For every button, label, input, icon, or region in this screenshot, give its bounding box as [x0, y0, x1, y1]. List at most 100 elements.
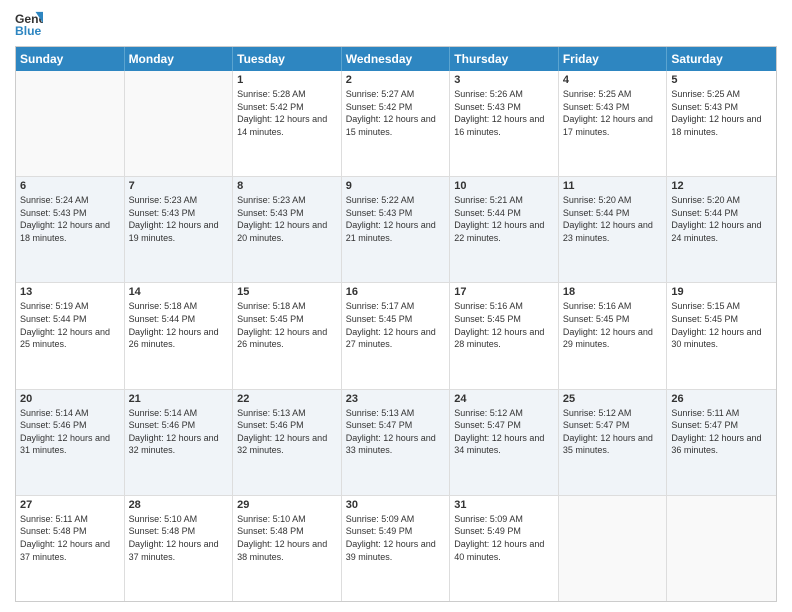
day-number: 1 — [237, 74, 337, 86]
day-number: 26 — [671, 393, 772, 405]
page: General Blue SundayMondayTuesdayWednesda… — [0, 0, 792, 612]
logo: General Blue — [15, 10, 43, 38]
day-info: Sunrise: 5:26 AMSunset: 5:43 PMDaylight:… — [454, 88, 554, 138]
day-info: Sunrise: 5:18 AMSunset: 5:44 PMDaylight:… — [129, 300, 229, 350]
day-number: 10 — [454, 180, 554, 192]
calendar-cell: 12Sunrise: 5:20 AMSunset: 5:44 PMDayligh… — [667, 177, 776, 282]
header-cell-tuesday: Tuesday — [233, 47, 342, 71]
day-number: 29 — [237, 499, 337, 511]
day-info: Sunrise: 5:16 AMSunset: 5:45 PMDaylight:… — [563, 300, 663, 350]
header-cell-friday: Friday — [559, 47, 668, 71]
day-info: Sunrise: 5:25 AMSunset: 5:43 PMDaylight:… — [563, 88, 663, 138]
header-cell-saturday: Saturday — [667, 47, 776, 71]
day-number: 3 — [454, 74, 554, 86]
day-info: Sunrise: 5:16 AMSunset: 5:45 PMDaylight:… — [454, 300, 554, 350]
day-info: Sunrise: 5:21 AMSunset: 5:44 PMDaylight:… — [454, 194, 554, 244]
calendar-cell: 5Sunrise: 5:25 AMSunset: 5:43 PMDaylight… — [667, 71, 776, 176]
calendar-cell: 11 Sunrise: 5:20 AMSunset: 5:44 PMDayligh… — [559, 177, 668, 282]
day-number: 15 — [237, 286, 337, 298]
day-number: 27 — [20, 499, 120, 511]
calendar-cell: 14 Sunrise: 5:18 AMSunset: 5:44 PMDayligh… — [125, 283, 234, 388]
calendar-cell: 24 Sunrise: 5:12 AMSunset: 5:47 PMDayligh… — [450, 390, 559, 495]
day-info: Sunrise: 5:22 AMSunset: 5:43 PMDaylight:… — [346, 194, 446, 244]
calendar-body: 1 Sunrise: 5:28 AMSunset: 5:42 PMDaylight… — [16, 71, 776, 601]
calendar-cell: 13Sunrise: 5:19 AMSunset: 5:44 PMDayligh… — [16, 283, 125, 388]
calendar-cell: 23Sunrise: 5:13 AMSunset: 5:47 PMDayligh… — [342, 390, 451, 495]
calendar-cell: 21 Sunrise: 5:14 AMSunset: 5:46 PMDayligh… — [125, 390, 234, 495]
day-info: Sunrise: 5:20 AMSunset: 5:44 PMDaylight:… — [563, 194, 663, 244]
calendar-cell: 15 Sunrise: 5:18 AMSunset: 5:45 PMDayligh… — [233, 283, 342, 388]
day-number: 7 — [129, 180, 229, 192]
day-number: 23 — [346, 393, 446, 405]
day-info: Sunrise: 5:14 AMSunset: 5:46 PMDaylight:… — [129, 407, 229, 457]
day-number: 25 — [563, 393, 663, 405]
calendar-cell — [16, 71, 125, 176]
calendar-cell: 31 Sunrise: 5:09 AMSunset: 5:49 PMDayligh… — [450, 496, 559, 601]
day-info: Sunrise: 5:24 AMSunset: 5:43 PMDaylight:… — [20, 194, 120, 244]
day-number: 24 — [454, 393, 554, 405]
day-number: 19 — [671, 286, 772, 298]
calendar-cell: 18 Sunrise: 5:16 AMSunset: 5:45 PMDayligh… — [559, 283, 668, 388]
header-cell-thursday: Thursday — [450, 47, 559, 71]
calendar-cell: 20Sunrise: 5:14 AMSunset: 5:46 PMDayligh… — [16, 390, 125, 495]
day-info: Sunrise: 5:10 AMSunset: 5:48 PMDaylight:… — [129, 513, 229, 563]
day-number: 8 — [237, 180, 337, 192]
day-number: 12 — [671, 180, 772, 192]
day-number: 16 — [346, 286, 446, 298]
day-number: 17 — [454, 286, 554, 298]
day-number: 21 — [129, 393, 229, 405]
logo-icon: General Blue — [15, 10, 43, 38]
calendar-cell: 19 Sunrise: 5:15 AMSunset: 5:45 PMDayligh… — [667, 283, 776, 388]
day-info: Sunrise: 5:10 AMSunset: 5:48 PMDaylight:… — [237, 513, 337, 563]
calendar-row: 20 Sunrise: 5:14 AMSunset: 5:46 PMDayligh… — [16, 389, 776, 495]
day-number: 30 — [346, 499, 446, 511]
calendar: SundayMondayTuesdayWednesdayThursdayFrid… — [15, 46, 777, 602]
day-info: Sunrise: 5:09 AMSunset: 5:49 PMDaylight:… — [454, 513, 554, 563]
calendar-cell — [125, 71, 234, 176]
calendar-cell: 1 Sunrise: 5:28 AMSunset: 5:42 PMDaylight… — [233, 71, 342, 176]
day-number: 5 — [671, 74, 772, 86]
day-info: Sunrise: 5:27 AMSunset: 5:42 PMDaylight:… — [346, 88, 446, 138]
day-info: Sunrise: 5:13 AMSunset: 5:46 PMDaylight:… — [237, 407, 337, 457]
day-info: Sunrise: 5:23 AMSunset: 5:43 PMDaylight:… — [237, 194, 337, 244]
calendar-row: 27Sunrise: 5:11 AMSunset: 5:48 PMDayligh… — [16, 495, 776, 601]
day-number: 4 — [563, 74, 663, 86]
day-info: Sunrise: 5:12 AMSunset: 5:47 PMDaylight:… — [454, 407, 554, 457]
day-number: 28 — [129, 499, 229, 511]
day-number: 31 — [454, 499, 554, 511]
day-number: 2 — [346, 74, 446, 86]
day-number: 18 — [563, 286, 663, 298]
header: General Blue — [15, 10, 777, 38]
calendar-cell: 26Sunrise: 5:11 AMSunset: 5:47 PMDayligh… — [667, 390, 776, 495]
calendar-cell — [559, 496, 668, 601]
calendar-cell: 8 Sunrise: 5:23 AMSunset: 5:43 PMDaylight… — [233, 177, 342, 282]
day-number: 20 — [20, 393, 120, 405]
calendar-cell: 29 Sunrise: 5:10 AMSunset: 5:48 PMDayligh… — [233, 496, 342, 601]
calendar-cell: 6Sunrise: 5:24 AMSunset: 5:43 PMDaylight… — [16, 177, 125, 282]
calendar-cell: 16 Sunrise: 5:17 AMSunset: 5:45 PMDayligh… — [342, 283, 451, 388]
day-number: 11 — [563, 180, 663, 192]
day-number: 13 — [20, 286, 120, 298]
calendar-cell: 27Sunrise: 5:11 AMSunset: 5:48 PMDayligh… — [16, 496, 125, 601]
svg-text:Blue: Blue — [15, 24, 42, 38]
calendar-cell — [667, 496, 776, 601]
calendar-row: 6Sunrise: 5:24 AMSunset: 5:43 PMDaylight… — [16, 176, 776, 282]
calendar-cell: 25Sunrise: 5:12 AMSunset: 5:47 PMDayligh… — [559, 390, 668, 495]
calendar-cell: 17 Sunrise: 5:16 AMSunset: 5:45 PMDayligh… — [450, 283, 559, 388]
day-info: Sunrise: 5:09 AMSunset: 5:49 PMDaylight:… — [346, 513, 446, 563]
header-cell-monday: Monday — [125, 47, 234, 71]
day-info: Sunrise: 5:17 AMSunset: 5:45 PMDaylight:… — [346, 300, 446, 350]
calendar-cell: 28 Sunrise: 5:10 AMSunset: 5:48 PMDayligh… — [125, 496, 234, 601]
calendar-cell: 30 Sunrise: 5:09 AMSunset: 5:49 PMDayligh… — [342, 496, 451, 601]
day-number: 14 — [129, 286, 229, 298]
day-info: Sunrise: 5:23 AMSunset: 5:43 PMDaylight:… — [129, 194, 229, 244]
calendar-cell: 4 Sunrise: 5:25 AMSunset: 5:43 PMDaylight… — [559, 71, 668, 176]
day-number: 9 — [346, 180, 446, 192]
calendar-row: 13Sunrise: 5:19 AMSunset: 5:44 PMDayligh… — [16, 282, 776, 388]
day-info: Sunrise: 5:15 AMSunset: 5:45 PMDaylight:… — [671, 300, 772, 350]
calendar-cell: 22Sunrise: 5:13 AMSunset: 5:46 PMDayligh… — [233, 390, 342, 495]
calendar-cell: 7 Sunrise: 5:23 AMSunset: 5:43 PMDaylight… — [125, 177, 234, 282]
calendar-cell: 9 Sunrise: 5:22 AMSunset: 5:43 PMDaylight… — [342, 177, 451, 282]
day-info: Sunrise: 5:18 AMSunset: 5:45 PMDaylight:… — [237, 300, 337, 350]
day-info: Sunrise: 5:28 AMSunset: 5:42 PMDaylight:… — [237, 88, 337, 138]
